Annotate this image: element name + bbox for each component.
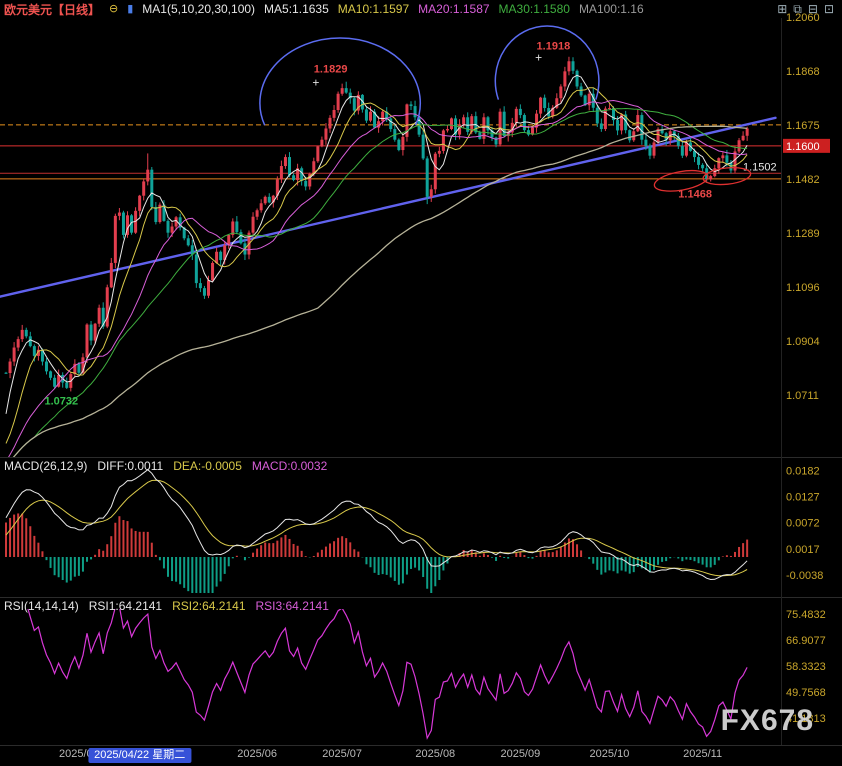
time-axis-label: 2025/10 (590, 748, 630, 760)
macd-header: MACD(26,12,9) DIFF:0.0011 DEA:-0.0005 MA… (4, 459, 327, 473)
grid-layout-icon[interactable]: ⊞ (777, 2, 787, 17)
chart-application: 1.15021.18291.19181.07321.1468++1.20601.… (0, 0, 842, 766)
svg-text:0.0072: 0.0072 (786, 518, 820, 530)
svg-text:1.0711: 1.0711 (786, 390, 819, 402)
svg-text:0.0127: 0.0127 (786, 492, 820, 504)
chart-header: 欧元美元【日线】 ⊖ ▮ MA1(5,10,20,30,100) MA5:1.1… (0, 0, 842, 18)
svg-text:1.1675: 1.1675 (786, 120, 820, 132)
svg-text:1.0732: 1.0732 (44, 396, 78, 408)
svg-text:75.4832: 75.4832 (786, 609, 826, 621)
ma10-value: MA10:1.1597 (338, 2, 409, 16)
selected-date-label[interactable]: 2025/04/22 星期二 (88, 748, 191, 763)
ma5-value: MA5:1.1635 (264, 2, 329, 16)
ma20-value: MA20:1.1587 (418, 2, 489, 16)
ma100-value: MA100:1.16 (579, 2, 644, 16)
time-axis-label: 2025/11 (683, 748, 722, 760)
macd-dea-value: DEA:-0.0005 (173, 459, 242, 473)
multi-window-icon[interactable]: ⧉ (793, 2, 802, 17)
rsi2-value: RSI2:64.2141 (172, 599, 245, 613)
svg-text:0.0017: 0.0017 (786, 544, 820, 556)
compress-panel-icon[interactable]: ⊟ (808, 2, 818, 17)
rsi3-value: RSI3:64.2141 (256, 599, 329, 613)
fullscreen-icon[interactable]: ⊡ (824, 2, 834, 17)
time-axis-label: 2025/09 (500, 748, 540, 760)
svg-text:1.0904: 1.0904 (786, 336, 820, 348)
time-axis-label: 2025/08 (415, 748, 455, 760)
rsi-indicator-label: RSI(14,14,14) (4, 599, 79, 613)
svg-text:1.1482: 1.1482 (786, 174, 820, 186)
watermark: FX678 (721, 704, 814, 738)
time-axis-label: 2025/06 (237, 748, 277, 760)
candle-style-icon[interactable]: ▮ (127, 3, 133, 15)
svg-text:1.1096: 1.1096 (786, 282, 820, 294)
svg-text:1.1868: 1.1868 (786, 66, 820, 78)
svg-text:+: + (312, 75, 319, 89)
collapse-icon[interactable]: ⊖ (109, 3, 118, 15)
time-axis-label: 2025/07 (322, 748, 362, 760)
macd-indicator-label: MACD(26,12,9) (4, 459, 87, 473)
rsi-header: RSI(14,14,14) RSI1:64.2141 RSI2:64.2141 … (4, 599, 329, 613)
svg-text:1.1600: 1.1600 (786, 141, 820, 153)
svg-text:1.1829: 1.1829 (314, 63, 348, 75)
svg-text:58.3323: 58.3323 (786, 661, 826, 673)
ma30-value: MA30:1.1580 (499, 2, 570, 16)
svg-text:1.1289: 1.1289 (786, 228, 820, 240)
svg-text:1.1502: 1.1502 (743, 161, 777, 173)
macd-diff-value: DIFF:0.0011 (97, 459, 163, 473)
svg-text:49.7568: 49.7568 (786, 687, 826, 699)
rsi1-value: RSI1:64.2141 (89, 599, 162, 613)
time-axis: 2025/042025/04/22 星期二2025/062025/072025/… (0, 746, 842, 766)
ma-indicator-label: MA1(5,10,20,30,100) (142, 2, 255, 16)
chart-toolbar: ⊞ ⧉ ⊟ ⊡ (777, 2, 838, 17)
symbol-title: 欧元美元【日线】 (4, 1, 100, 18)
svg-text:-0.0038: -0.0038 (786, 570, 823, 582)
macd-macd-value: MACD:0.0032 (252, 459, 327, 473)
svg-text:1.1468: 1.1468 (678, 189, 712, 201)
svg-text:0.0182: 0.0182 (786, 465, 820, 477)
chart-canvas[interactable]: 1.15021.18291.19181.07321.1468++1.20601.… (0, 0, 842, 766)
svg-text:66.9077: 66.9077 (786, 635, 826, 647)
svg-text:+: + (535, 50, 542, 64)
